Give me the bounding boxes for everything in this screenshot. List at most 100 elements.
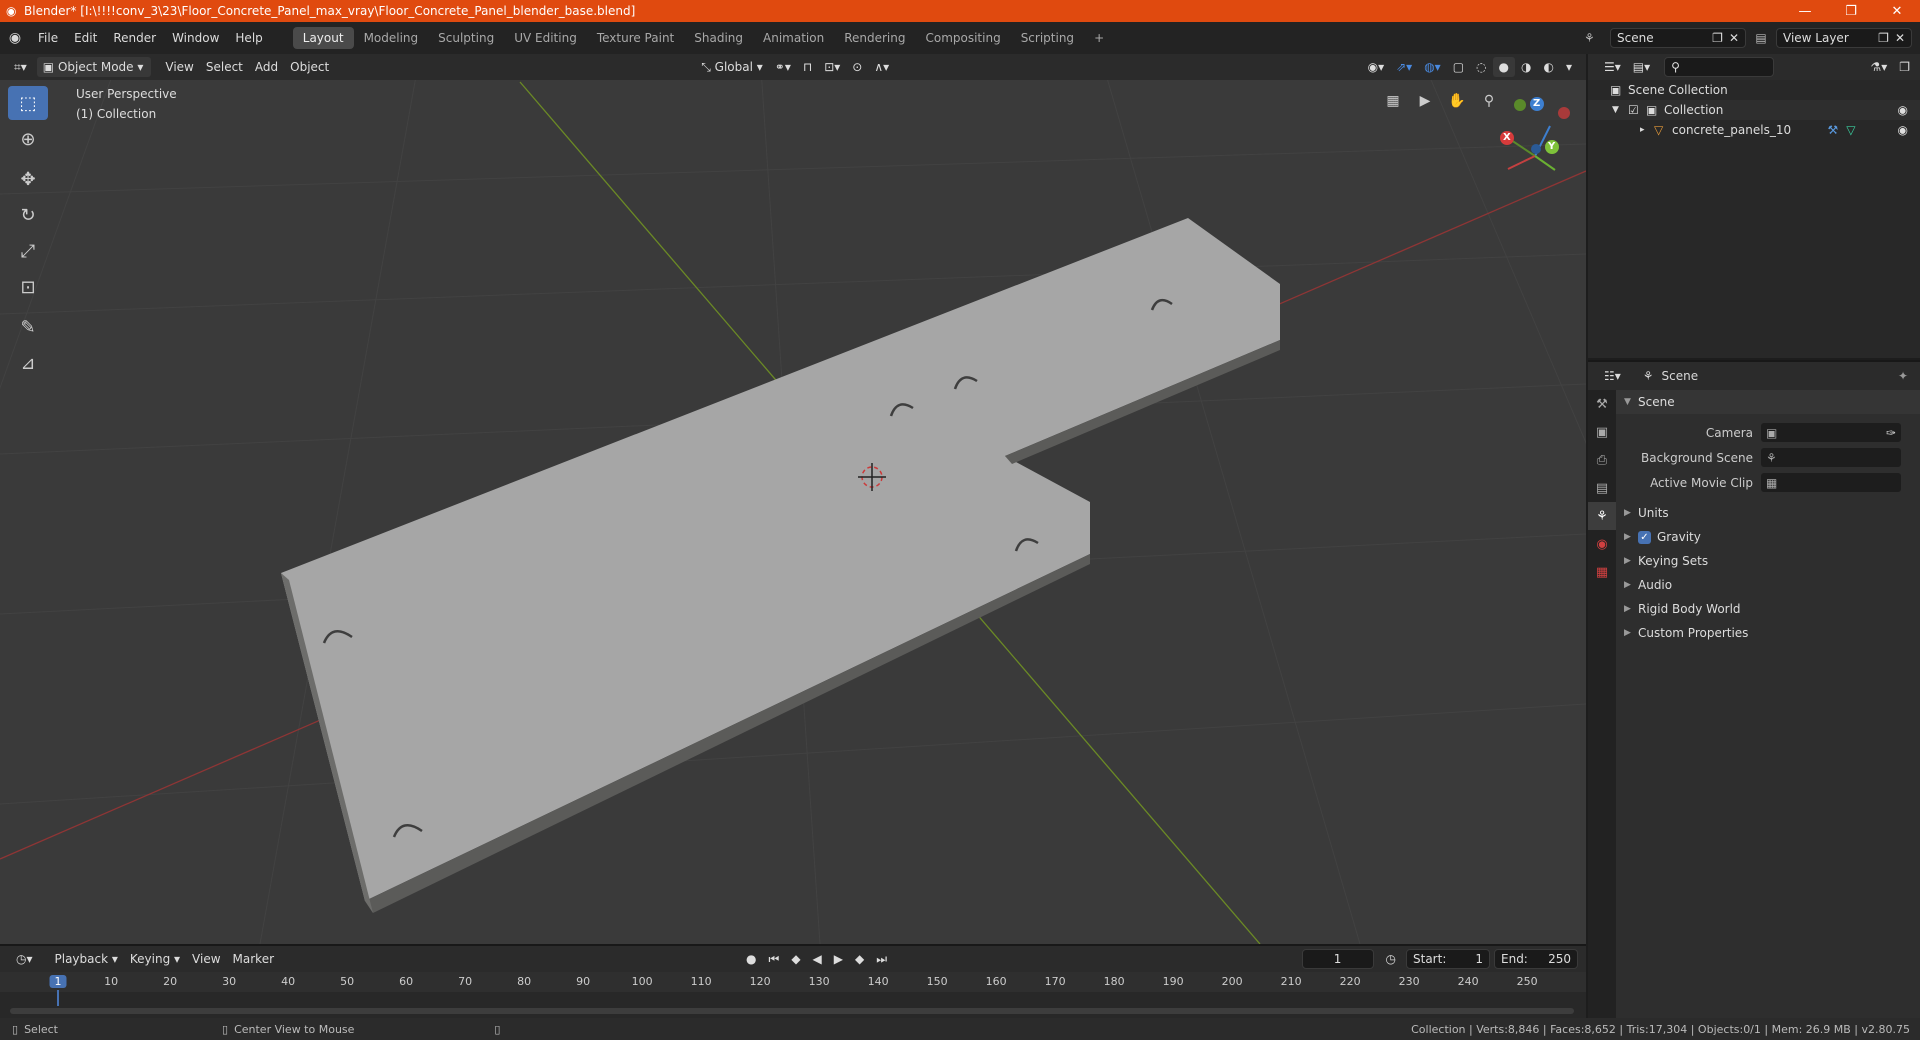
cursor-tool-icon[interactable]: ⊕: [8, 122, 48, 156]
tab-animation[interactable]: Animation: [753, 27, 834, 49]
tab-scripting[interactable]: Scripting: [1011, 27, 1084, 49]
rendered-shading-icon[interactable]: ◐: [1537, 57, 1559, 77]
view-object-types-icon[interactable]: ◉▾: [1362, 57, 1391, 77]
delete-scene-icon[interactable]: ✕: [1729, 31, 1739, 45]
play-reverse-icon[interactable]: ◀: [807, 949, 828, 969]
active-movie-clip-field[interactable]: ▦: [1761, 473, 1901, 492]
jump-end-icon[interactable]: ⏭: [870, 949, 893, 969]
select-box-icon[interactable]: ⬚: [8, 86, 48, 120]
rigid-body-world-panel[interactable]: ▶ Rigid Body World: [1616, 597, 1920, 621]
scene-tab-icon[interactable]: ⚘: [1588, 502, 1616, 530]
menu-playback[interactable]: Playback ▾: [49, 949, 124, 969]
timeline-area[interactable]: 1 10 20 30 40 50 60 70 80 90 100 110 120 130 140 150 160…: [0, 972, 1586, 1018]
transform-orientation[interactable]: ⤡ Global ▾: [695, 57, 769, 77]
new-collection-icon[interactable]: ❐: [1893, 57, 1916, 77]
zoom-view-icon[interactable]: ⚲: [1476, 88, 1502, 114]
timeline-scrollbar[interactable]: [10, 1008, 1574, 1014]
outliner-row-object[interactable]: ▸ ▽ concrete_panels_10 ⚒ ▽ ◉: [1588, 120, 1920, 140]
overlays-toggle-icon[interactable]: ◍▾: [1418, 57, 1447, 77]
menu-add[interactable]: Add: [249, 57, 284, 77]
menu-keying[interactable]: Keying ▾: [124, 949, 186, 969]
annotate-tool-icon[interactable]: ✎: [8, 310, 48, 344]
expand-collection-icon[interactable]: ▼: [1612, 105, 1628, 115]
texture-tab-icon[interactable]: ▦: [1588, 558, 1616, 586]
expand-object-icon[interactable]: ▸: [1640, 125, 1654, 135]
outliner-editor-type-icon[interactable]: ☰▾: [1598, 57, 1627, 77]
maximize-button[interactable]: ❐: [1828, 0, 1874, 22]
tab-rendering[interactable]: Rendering: [834, 27, 915, 49]
custom-properties-panel[interactable]: ▶ Custom Properties: [1616, 621, 1920, 645]
tab-uv-editing[interactable]: UV Editing: [504, 27, 587, 49]
proportional-editing-icon[interactable]: ⊙: [846, 57, 868, 77]
solid-shading-icon[interactable]: ●: [1492, 57, 1515, 77]
measure-tool-icon[interactable]: ⊿: [8, 346, 48, 380]
eyedropper-icon[interactable]: ✑: [1886, 426, 1896, 440]
tab-texture-paint[interactable]: Texture Paint: [587, 27, 684, 49]
view-layer-icon[interactable]: ▤: [1746, 31, 1776, 45]
rotate-tool-icon[interactable]: ↻: [8, 198, 48, 232]
tab-layout[interactable]: Layout: [292, 27, 354, 49]
mode-selector[interactable]: ▣ Object Mode ▾: [36, 57, 152, 77]
pivot-point-icon[interactable]: ⚭▾: [769, 57, 797, 77]
background-scene-field[interactable]: ⚘: [1761, 448, 1901, 467]
snap-icon[interactable]: ⊓: [797, 57, 818, 77]
render-tab-icon[interactable]: ▣: [1588, 418, 1616, 446]
menu-select[interactable]: Select: [200, 57, 249, 77]
filter-icon[interactable]: ⚗▾: [1864, 57, 1893, 77]
transform-tool-icon[interactable]: ⊡: [8, 270, 48, 304]
world-tab-icon[interactable]: ◉: [1588, 530, 1616, 558]
material-shading-icon[interactable]: ◑: [1515, 57, 1537, 77]
modifier-wrench-icon[interactable]: ⚒: [1828, 123, 1839, 137]
play-icon[interactable]: ▶: [828, 949, 849, 969]
shading-options-icon[interactable]: ▾: [1560, 57, 1578, 77]
tab-shading[interactable]: Shading: [684, 27, 753, 49]
copy-view-layer-icon[interactable]: ❐: [1878, 31, 1889, 45]
object-visibility-eye-icon[interactable]: ◉: [1898, 123, 1908, 137]
close-button[interactable]: ✕: [1874, 0, 1920, 22]
snap-target-icon[interactable]: ⊡▾: [818, 57, 846, 77]
blender-menu-icon[interactable]: ◉: [0, 30, 30, 46]
output-tab-icon[interactable]: ⎙: [1588, 446, 1616, 474]
3d-viewport[interactable]: Z X Y: [0, 54, 1586, 944]
menu-object[interactable]: Object: [284, 57, 335, 77]
xray-toggle-icon[interactable]: ▢: [1447, 57, 1470, 77]
menu-edit[interactable]: Edit: [66, 28, 105, 48]
scene-panel-header[interactable]: ▼ Scene: [1616, 390, 1920, 414]
tab-modeling[interactable]: Modeling: [354, 27, 429, 49]
properties-editor-type-icon[interactable]: ☷▾: [1598, 366, 1627, 386]
minimize-button[interactable]: —: [1782, 0, 1828, 22]
delete-view-layer-icon[interactable]: ✕: [1895, 31, 1905, 45]
pin-icon[interactable]: ✦: [1898, 369, 1908, 383]
wireframe-shading-icon[interactable]: ◌: [1470, 57, 1492, 77]
menu-window[interactable]: Window: [164, 28, 227, 48]
mesh-data-icon[interactable]: ▽: [1846, 123, 1855, 137]
gizmo-toggle-icon[interactable]: ⇗▾: [1390, 57, 1418, 77]
view-layer-tab-icon[interactable]: ▤: [1588, 474, 1616, 502]
falloff-icon[interactable]: ∧▾: [868, 57, 895, 77]
preview-range-icon[interactable]: ◷: [1380, 949, 1402, 969]
scale-tool-icon[interactable]: ⤢: [8, 234, 48, 268]
copy-scene-icon[interactable]: ❐: [1712, 31, 1723, 45]
visibility-eye-icon[interactable]: ◉: [1898, 103, 1908, 117]
keying-sets-panel[interactable]: ▶ Keying Sets: [1616, 549, 1920, 573]
units-panel[interactable]: ▶ Units: [1616, 501, 1920, 525]
end-frame-field[interactable]: End: 250: [1494, 949, 1578, 969]
tool-tab-icon[interactable]: ⚒: [1588, 390, 1616, 418]
outliner-row-scene-collection[interactable]: ▣ Scene Collection: [1588, 80, 1920, 100]
gravity-checkbox[interactable]: ✓: [1638, 530, 1651, 544]
menu-timeline-view[interactable]: View: [186, 949, 226, 969]
gravity-panel[interactable]: ▶ ✓ Gravity: [1616, 525, 1920, 549]
prev-keyframe-icon[interactable]: ◆: [785, 949, 806, 969]
collection-checkbox[interactable]: ☑: [1628, 103, 1646, 117]
record-icon[interactable]: ●: [740, 949, 762, 969]
current-frame-field[interactable]: 1: [1301, 949, 1374, 969]
outliner-search-input[interactable]: ⚲: [1664, 57, 1775, 77]
display-mode-icon[interactable]: ▤▾: [1627, 57, 1656, 77]
add-workspace-button[interactable]: +: [1084, 27, 1114, 49]
view-layer-field[interactable]: View Layer ❐ ✕: [1776, 28, 1912, 48]
timeline-editor-type-icon[interactable]: ◷▾: [10, 949, 39, 969]
scene-selector-icon[interactable]: ⚘: [1584, 31, 1610, 45]
menu-help[interactable]: Help: [227, 28, 270, 48]
pan-view-icon[interactable]: ✋: [1444, 88, 1470, 114]
menu-render[interactable]: Render: [105, 28, 164, 48]
